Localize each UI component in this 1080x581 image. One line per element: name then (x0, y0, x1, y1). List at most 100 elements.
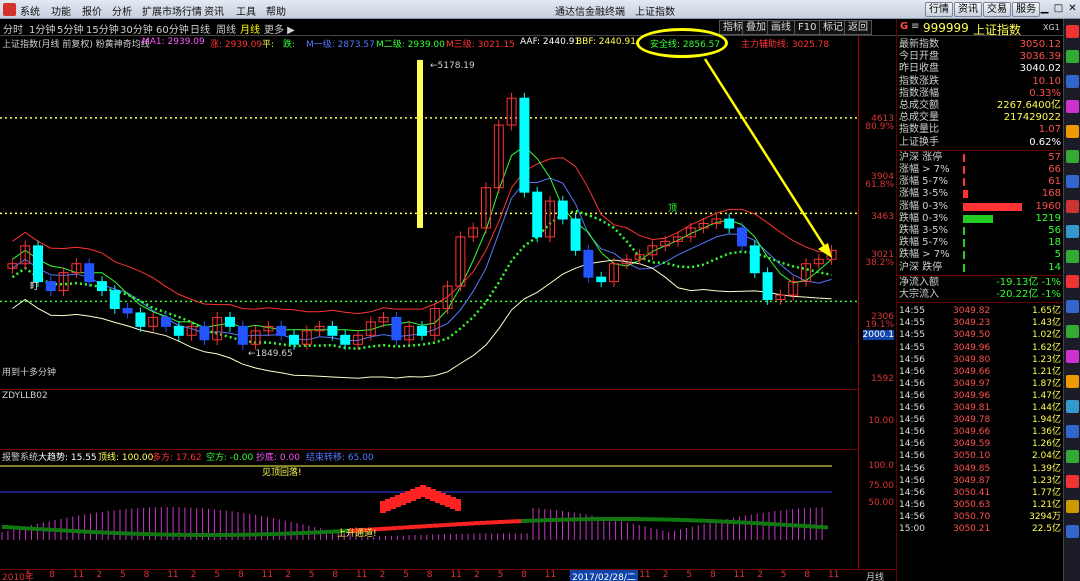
candle-body[interactable] (84, 263, 95, 283)
period-tab-8[interactable]: 月线 (240, 21, 260, 36)
1-icon[interactable] (1066, 25, 1079, 38)
menu-item-6[interactable]: 工具 (236, 3, 256, 18)
candle-body[interactable] (340, 334, 351, 345)
candle-body[interactable] (417, 325, 427, 336)
candle-body[interactable] (135, 312, 146, 327)
close-icon[interactable]: ✕ (1066, 3, 1079, 15)
candlestick-chart[interactable]: ←5178.19 ←1849.65 用到十多分钟 盯 顶 (0, 49, 858, 389)
6-icon[interactable] (1066, 150, 1079, 163)
candle-body[interactable] (199, 325, 210, 341)
14-icon[interactable] (1066, 350, 1079, 363)
breadth-row-8: 跌幅 > 7% 5 (897, 249, 1064, 261)
flow-value: -19.13亿 -1% (996, 276, 1061, 288)
period-tab-3[interactable]: 15分钟 (86, 21, 119, 36)
candle-body[interactable] (749, 245, 760, 274)
candle-body[interactable] (391, 316, 402, 341)
3-icon[interactable] (1066, 75, 1079, 88)
menu-item-4[interactable]: 扩展市场行情 (142, 3, 202, 18)
period-tab-0[interactable]: 分时 (3, 21, 23, 36)
18-icon[interactable] (1066, 450, 1079, 463)
trend-band (55, 528, 62, 533)
12-icon[interactable] (1066, 300, 1079, 313)
period-tab-2[interactable]: 5分钟 (57, 21, 83, 36)
19-icon[interactable] (1066, 475, 1079, 488)
tick-price: 3049.85 (953, 463, 991, 474)
top-button-3[interactable]: 服务 (1012, 2, 1040, 17)
candle-body[interactable] (737, 227, 747, 247)
candle-body[interactable] (289, 334, 299, 345)
7-icon[interactable] (1066, 175, 1079, 188)
tool-button-3[interactable]: F10 (794, 20, 821, 35)
top-button-0[interactable]: 行情 (925, 2, 953, 17)
candle-body[interactable] (532, 191, 543, 238)
period-tab-9[interactable]: 更多 ▶ (264, 21, 295, 36)
period-tab-6[interactable]: 日线 (190, 21, 210, 36)
top-note: 顶 (668, 203, 677, 214)
price-tick-10: 1592 (871, 374, 894, 384)
maximize-icon[interactable]: □ (1052, 3, 1065, 15)
candle-body[interactable] (109, 290, 120, 309)
tool-button-1[interactable]: 叠加 (742, 20, 770, 35)
quote-label: 指数量比 (899, 124, 939, 136)
tool-button-5[interactable]: 返回 (844, 20, 872, 35)
volume-subchart[interactable]: ZDYLLB02 (0, 389, 858, 449)
2-icon[interactable] (1066, 50, 1079, 63)
candle-body[interactable] (237, 325, 248, 345)
candle-body[interactable] (97, 281, 107, 292)
candle-body[interactable] (762, 272, 773, 301)
time-axis: 2010年58112581125811258112581125811258112… (0, 569, 896, 581)
menu-item-3[interactable]: 分析 (112, 3, 132, 18)
candle-body[interactable] (173, 325, 184, 336)
menu-item-2[interactable]: 报价 (82, 3, 102, 18)
period-tab-1[interactable]: 1分钟 (29, 21, 55, 36)
period-tab-4[interactable]: 30分钟 (120, 21, 153, 36)
11-icon[interactable] (1066, 275, 1079, 288)
candle-body[interactable] (225, 316, 235, 327)
candle-body[interactable] (724, 218, 735, 229)
candle-body[interactable] (45, 281, 56, 292)
quote-flag-icon: ≡ (911, 21, 920, 32)
4-icon[interactable] (1066, 100, 1079, 113)
16-icon[interactable] (1066, 400, 1079, 413)
20-icon[interactable] (1066, 500, 1079, 513)
13-icon[interactable] (1066, 325, 1079, 338)
candle-body[interactable] (583, 249, 594, 278)
trend-band (314, 530, 321, 535)
tool-button-2[interactable]: 画线 (767, 20, 795, 35)
tool-button-4[interactable]: 标记 (819, 20, 847, 35)
candle-body[interactable] (122, 307, 133, 314)
price-axis: 4613 80.9% 3904 61.8% 3463 3021 38.2% 2306 19.1%… (858, 36, 896, 569)
trend-band (143, 532, 150, 537)
17-icon[interactable] (1066, 425, 1079, 438)
21-icon[interactable] (1066, 525, 1079, 538)
8-icon[interactable] (1066, 200, 1079, 213)
15-icon[interactable] (1066, 375, 1079, 388)
candle-body[interactable] (161, 316, 171, 327)
top-button-2[interactable]: 交易 (983, 2, 1011, 17)
minimize-icon[interactable]: ▁ (1038, 3, 1051, 15)
candle-body[interactable] (570, 218, 581, 251)
candle-body[interactable] (557, 200, 568, 220)
menu-item-1[interactable]: 功能 (51, 3, 71, 18)
trend-band (527, 518, 534, 523)
trend-band (96, 530, 103, 535)
top-button-1[interactable]: 资讯 (954, 2, 982, 17)
period-tab-5[interactable]: 60分钟 (156, 21, 189, 36)
candle-body[interactable] (33, 245, 43, 283)
candle-body[interactable] (327, 325, 338, 336)
5-icon[interactable] (1066, 125, 1079, 138)
trend-band (609, 517, 616, 522)
menu-item-7[interactable]: 帮助 (266, 3, 286, 18)
alert-system-subchart[interactable]: 报警系统 大趋势: 15.55 顶线: 100.00多方: 17.62 空方: -0.… (0, 449, 858, 569)
trend-band (544, 518, 551, 523)
candle-body[interactable] (519, 97, 530, 193)
candle-body[interactable] (596, 276, 607, 283)
menu-item-5[interactable]: 资讯 (204, 3, 224, 18)
menu-item-0[interactable]: 系统 (20, 3, 40, 18)
quote-row-1: 今日开盘 3036.39 (897, 51, 1064, 63)
tick-time: 14:56 (899, 463, 925, 474)
period-tab-7[interactable]: 周线 (216, 21, 236, 36)
9-icon[interactable] (1066, 225, 1079, 238)
10-icon[interactable] (1066, 250, 1079, 263)
candle-body[interactable] (276, 325, 287, 336)
